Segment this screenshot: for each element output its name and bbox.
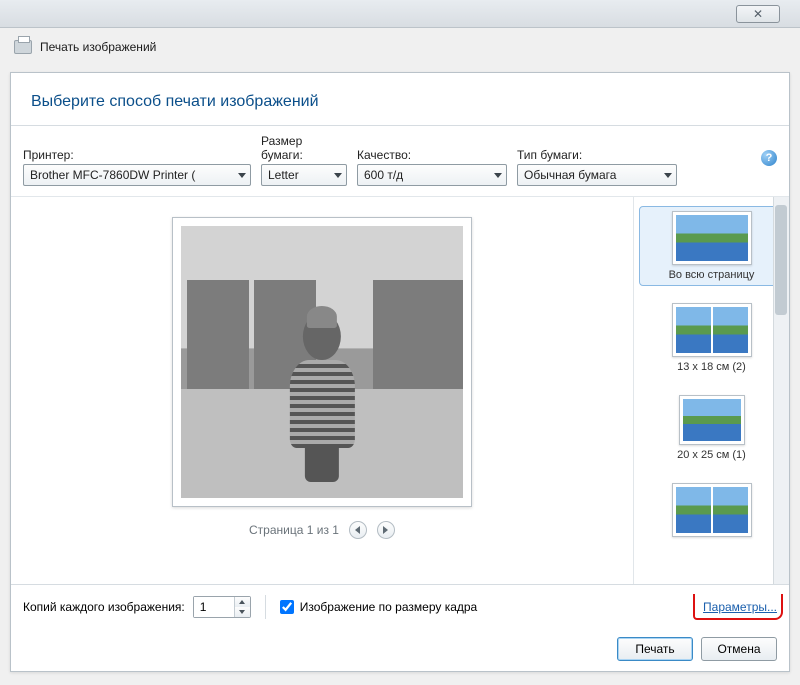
chevron-down-icon: [334, 173, 342, 178]
copies-input[interactable]: [194, 597, 234, 617]
parent-window-titlebar: ✕: [0, 0, 800, 28]
help-button[interactable]: ?: [761, 150, 777, 166]
printer-combo[interactable]: Brother MFC-7860DW Printer (: [23, 164, 251, 186]
fit-frame-label: Изображение по размеру кадра: [300, 600, 477, 614]
layout-next[interactable]: [640, 479, 783, 545]
quality-label: Качество:: [357, 148, 507, 162]
next-page-button[interactable]: [377, 521, 395, 539]
layout-20x25[interactable]: 20 x 25 см (1): [640, 391, 783, 465]
prev-page-button[interactable]: [349, 521, 367, 539]
options-link-text: Параметры...: [703, 600, 777, 614]
copies-group: Копий каждого изображения:: [23, 596, 251, 618]
paper-type-label: Тип бумаги:: [517, 148, 677, 162]
dialog-footer: Копий каждого изображения: Изображение п…: [11, 584, 789, 629]
copies-spinner[interactable]: [193, 596, 251, 618]
paper-type-value: Обычная бумага: [524, 168, 616, 182]
chevron-down-icon: [238, 173, 246, 178]
layout-label: Во всю страницу: [669, 269, 755, 281]
page-navigation: Страница 1 из 1: [249, 521, 395, 539]
chevron-down-icon: [239, 610, 245, 614]
cancel-button[interactable]: Отмена: [701, 637, 777, 661]
preview-page: [172, 217, 472, 507]
paper-size-combo[interactable]: Letter: [261, 164, 347, 186]
print-pictures-dialog: Выберите способ печати изображений Принт…: [10, 72, 790, 672]
layout-thumb: [672, 303, 752, 357]
fit-frame-group[interactable]: Изображение по размеру кадра: [280, 600, 477, 614]
chevron-down-icon: [494, 173, 502, 178]
main-area: Страница 1 из 1 Во всю страницу 13 x 18 …: [11, 197, 789, 584]
printer-icon: [14, 40, 32, 54]
preview-image: [181, 226, 463, 498]
chevron-up-icon: [239, 600, 245, 604]
layout-thumb: [679, 395, 745, 445]
quality-combo[interactable]: 600 т/д: [357, 164, 507, 186]
layout-thumb: [672, 211, 752, 265]
dialog-title-row: Печать изображений: [14, 40, 156, 54]
dialog-title: Печать изображений: [40, 40, 156, 54]
copies-decrease[interactable]: [235, 607, 250, 617]
layout-thumb: [672, 483, 752, 537]
print-options-row: Принтер: Brother MFC-7860DW Printer ( Ра…: [11, 126, 789, 197]
quality-group: Качество: 600 т/д: [357, 148, 507, 186]
print-button[interactable]: Печать: [617, 637, 693, 661]
help-icon: ?: [766, 152, 773, 164]
scrollbar-thumb[interactable]: [775, 205, 787, 315]
chevron-left-icon: [355, 526, 360, 534]
printer-group: Принтер: Brother MFC-7860DW Printer (: [23, 148, 251, 186]
layouts-pane[interactable]: Во всю страницу 13 x 18 см (2) 20 x 25 с…: [633, 197, 789, 584]
dialog-heading: Выберите способ печати изображений: [31, 93, 769, 111]
paper-size-label: Размер бумаги:: [261, 134, 347, 162]
paper-type-group: Тип бумаги: Обычная бумага: [517, 148, 677, 186]
paper-size-value: Letter: [268, 168, 299, 182]
paper-size-group: Размер бумаги: Letter: [261, 134, 347, 186]
button-bar: Печать Отмена: [11, 629, 789, 671]
chevron-right-icon: [383, 526, 388, 534]
parent-close-button[interactable]: ✕: [736, 5, 780, 23]
layout-label: 20 x 25 см (1): [677, 449, 746, 461]
layout-full-page[interactable]: Во всю страницу: [640, 207, 783, 285]
preview-pane: Страница 1 из 1: [11, 197, 633, 584]
fit-frame-checkbox[interactable]: [280, 600, 294, 614]
printer-label: Принтер:: [23, 148, 251, 162]
paper-type-combo[interactable]: Обычная бумага: [517, 164, 677, 186]
page-indicator: Страница 1 из 1: [249, 523, 339, 537]
dialog-header: Выберите способ печати изображений: [11, 73, 789, 126]
close-icon: ✕: [753, 7, 763, 21]
copies-label: Копий каждого изображения:: [23, 600, 185, 614]
chevron-down-icon: [664, 173, 672, 178]
quality-value: 600 т/д: [364, 168, 403, 182]
copies-increase[interactable]: [235, 597, 250, 607]
options-link[interactable]: Параметры...: [703, 600, 777, 614]
scrollbar[interactable]: [773, 197, 789, 584]
layout-label: 13 x 18 см (2): [677, 361, 746, 373]
layout-13x18[interactable]: 13 x 18 см (2): [640, 299, 783, 377]
separator: [265, 595, 266, 619]
printer-value: Brother MFC-7860DW Printer (: [30, 168, 195, 182]
